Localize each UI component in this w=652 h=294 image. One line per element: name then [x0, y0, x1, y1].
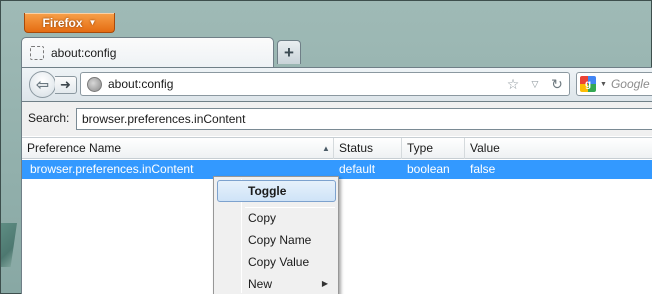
filter-label: Search: — [28, 111, 70, 125]
cell-status: default — [339, 162, 376, 176]
firefox-menu-label: Firefox — [42, 15, 83, 30]
menu-item-label: Toggle — [248, 184, 287, 198]
cell-value: false — [470, 162, 496, 176]
search-bar[interactable]: g ▼ Google — [576, 72, 652, 96]
cell-preference-name: browser.preferences.inContent — [30, 162, 194, 176]
submenu-arrow-icon: ▶ — [321, 279, 328, 288]
filter-input[interactable]: browser.preferences.inContent — [76, 108, 652, 130]
menu-item-label: Copy Value — [248, 255, 310, 269]
chevron-down-icon: ▼ — [88, 18, 97, 27]
column-header-status[interactable]: Status — [334, 138, 402, 159]
new-tab-button[interactable]: + — [277, 40, 301, 64]
engine-dropdown-icon[interactable]: ▼ — [600, 81, 607, 88]
plus-icon: + — [284, 42, 294, 62]
tab-label: about:config — [51, 45, 117, 60]
menu-item-copy[interactable]: Copy — [217, 207, 336, 229]
url-text: about:config — [108, 77, 174, 91]
context-menu: Toggle Copy Copy Name Copy Value New ▶ — [213, 176, 339, 294]
tab-about-config[interactable]: about:config — [21, 37, 274, 67]
navigation-toolbar: ⇦ ➜ about:config ☆ ▽ ↻ g ▼ Google — [21, 67, 652, 101]
browser-window: Firefox ▼ about:config + ⇦ ➜ about:confi… — [0, 0, 652, 294]
column-header-type[interactable]: Type — [402, 138, 465, 159]
menu-item-copy-value[interactable]: Copy Value — [217, 251, 336, 273]
reload-icon[interactable]: ↻ — [549, 76, 565, 93]
dropmarker-icon[interactable]: ▽ — [527, 79, 543, 90]
menu-item-toggle[interactable]: Toggle — [217, 180, 336, 202]
menu-item-copy-name[interactable]: Copy Name — [217, 229, 336, 251]
menu-item-label: New — [248, 277, 273, 291]
column-header-value[interactable]: Value — [465, 138, 652, 159]
filter-row: Search: browser.preferences.inContent — [22, 102, 652, 136]
cell-type: boolean — [407, 162, 450, 176]
blank-page-icon — [30, 45, 44, 60]
forward-arrow-icon: ➜ — [60, 77, 71, 92]
back-arrow-icon: ⇦ — [35, 76, 50, 94]
column-header-preference-name[interactable]: Preference Name — [22, 138, 334, 159]
menu-item-label: Copy Name — [248, 233, 312, 247]
search-placeholder: Google — [610, 77, 650, 91]
globe-icon — [87, 76, 102, 92]
url-bar[interactable]: about:config ☆ ▽ ↻ — [80, 72, 570, 96]
star-icon[interactable]: ☆ — [505, 76, 521, 93]
menu-item-label: Copy — [248, 211, 277, 225]
menu-item-new[interactable]: New ▶ — [217, 273, 336, 294]
sort-ascending-icon: ▲ — [322, 144, 330, 153]
desktop-background — [1, 223, 17, 267]
forward-button[interactable]: ➜ — [55, 76, 77, 94]
firefox-menu-button[interactable]: Firefox ▼ — [24, 13, 115, 33]
table-header: Preference Name ▲ Status Type Value — [22, 137, 652, 159]
google-icon[interactable]: g — [580, 76, 596, 92]
back-button[interactable]: ⇦ — [29, 71, 56, 98]
